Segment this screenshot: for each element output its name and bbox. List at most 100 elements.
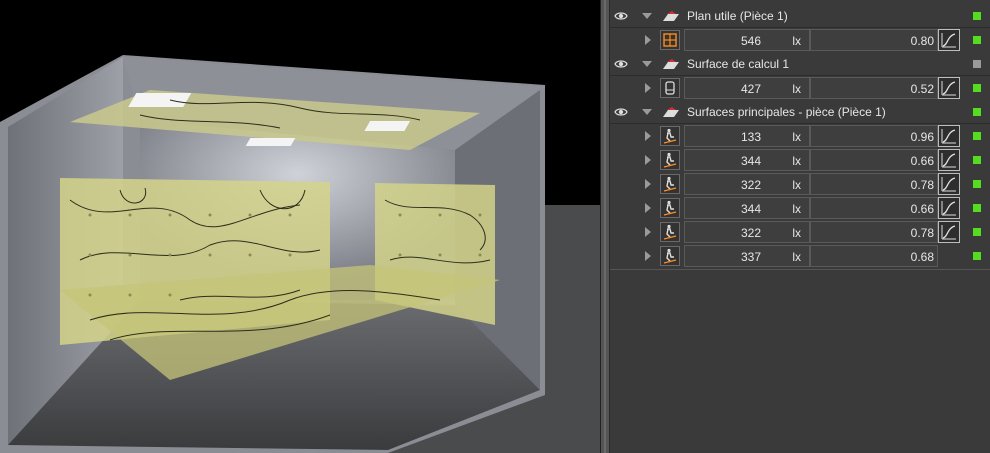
uniformity-cell: 0.78 [810,221,938,243]
status-indicator [973,60,981,68]
status-indicator [973,36,981,44]
status-indicator [973,180,981,188]
unit-label: lx [792,202,801,216]
result-row[interactable]: 322 lx 0.78 [610,172,990,196]
3d-viewport[interactable] [0,0,600,453]
unit-label: lx [792,34,801,48]
graph-icon[interactable] [938,125,960,147]
illuminance-value: 337 [740,250,761,264]
unit-label: lx [792,250,801,264]
group-header[interactable]: Plan utile (Pièce 1) [610,4,990,28]
uniformity-cell: 0.66 [810,149,938,171]
result-row[interactable]: 546 lx 0.80 [610,28,990,52]
unit-label: lx [792,226,801,240]
status-indicator [973,132,981,140]
person-icon [660,246,680,266]
illuminance-value: 344 [740,202,761,216]
uniformity-value: 0.78 [910,226,934,240]
expand-arrow-icon[interactable] [645,83,651,93]
status-indicator [973,12,981,20]
expand-arrow-icon[interactable] [645,155,651,165]
person-icon [660,222,680,242]
splitter-grip[interactable] [604,0,606,453]
status-indicator [973,228,981,236]
uniformity-value: 0.52 [910,82,934,96]
person-icon [660,126,680,146]
group-header[interactable]: Surfaces principales - pièce (Pièce 1) [610,100,990,124]
graph-icon[interactable] [938,173,960,195]
expand-arrow-icon[interactable] [645,131,651,141]
grid-icon [660,30,680,50]
graph-icon[interactable] [938,197,960,219]
person-icon [660,174,680,194]
unit-label: lx [792,130,801,144]
illuminance-value: 344 [740,154,761,168]
expand-arrow-icon[interactable] [645,35,651,45]
unit-label: lx [792,154,801,168]
status-indicator [973,204,981,212]
illuminance-cell: 344 lx [684,149,810,171]
illuminance-cell: 322 lx [684,173,810,195]
illuminance-cell: 133 lx [684,125,810,147]
uniformity-value: 0.80 [910,34,934,48]
uniformity-cell: 0.80 [810,29,938,51]
group-title: Plan utile (Pièce 1) [687,9,788,23]
illuminance-value: 322 [740,226,761,240]
result-row[interactable]: 344 lx 0.66 [610,196,990,220]
uniformity-value: 0.68 [910,250,934,264]
illuminance-cell: 322 lx [684,221,810,243]
illuminance-cell: 427 lx [684,77,810,99]
collapse-arrow-icon[interactable] [642,109,652,115]
result-row[interactable]: 322 lx 0.78 [610,220,990,244]
group-header[interactable]: Surface de calcul 1 [610,52,990,76]
eye-icon[interactable] [614,58,628,70]
result-row[interactable]: 344 lx 0.66 [610,148,990,172]
eye-icon[interactable] [614,106,628,118]
person-icon [660,198,680,218]
status-indicator [973,108,981,116]
illuminance-value: 427 [740,82,761,96]
uniformity-value: 0.78 [910,178,934,192]
collapse-arrow-icon[interactable] [642,13,652,19]
expand-arrow-icon[interactable] [645,203,651,213]
panel-splitter[interactable] [600,0,610,453]
result-row[interactable]: 427 lx 0.52 [610,76,990,100]
uniformity-cell: 0.78 [810,173,938,195]
graph-icon[interactable] [938,221,960,243]
result-row[interactable]: 337 lx 0.68 [610,244,990,268]
status-indicator [973,84,981,92]
calculation-object-icon [662,106,680,118]
room-render [0,55,600,453]
uniformity-cell: 0.52 [810,77,938,99]
graph-icon[interactable] [938,149,960,171]
expand-arrow-icon[interactable] [645,179,651,189]
list-end-divider [610,269,990,270]
group-title: Surface de calcul 1 [687,57,790,71]
result-row[interactable]: 133 lx 0.96 [610,124,990,148]
results-panel: Plan utile (Pièce 1) 546 lx 0.80 Surface de … [610,0,990,453]
illuminance-cell: 337 lx [684,245,810,267]
uniformity-cell: 0.96 [810,125,938,147]
collapse-arrow-icon[interactable] [642,61,652,67]
illuminance-cell: 344 lx [684,197,810,219]
graph-icon[interactable] [938,29,960,51]
unit-label: lx [792,178,801,192]
uniformity-cell: 0.68 [810,245,938,267]
expand-arrow-icon[interactable] [645,251,651,261]
eye-icon[interactable] [614,10,628,22]
expand-arrow-icon[interactable] [645,227,651,237]
illuminance-value: 546 [740,34,761,48]
status-indicator [973,156,981,164]
illuminance-value: 133 [740,130,761,144]
uniformity-cell: 0.66 [810,197,938,219]
surface-icon [660,78,680,98]
calculation-object-icon [662,58,680,70]
illuminance-cell: 546 lx [684,29,810,51]
graph-icon[interactable] [938,77,960,99]
unit-label: lx [792,82,801,96]
illuminance-value: 322 [740,178,761,192]
person-icon [660,150,680,170]
uniformity-value: 0.66 [910,154,934,168]
status-indicator [973,252,981,260]
group-title: Surfaces principales - pièce (Pièce 1) [687,105,886,119]
